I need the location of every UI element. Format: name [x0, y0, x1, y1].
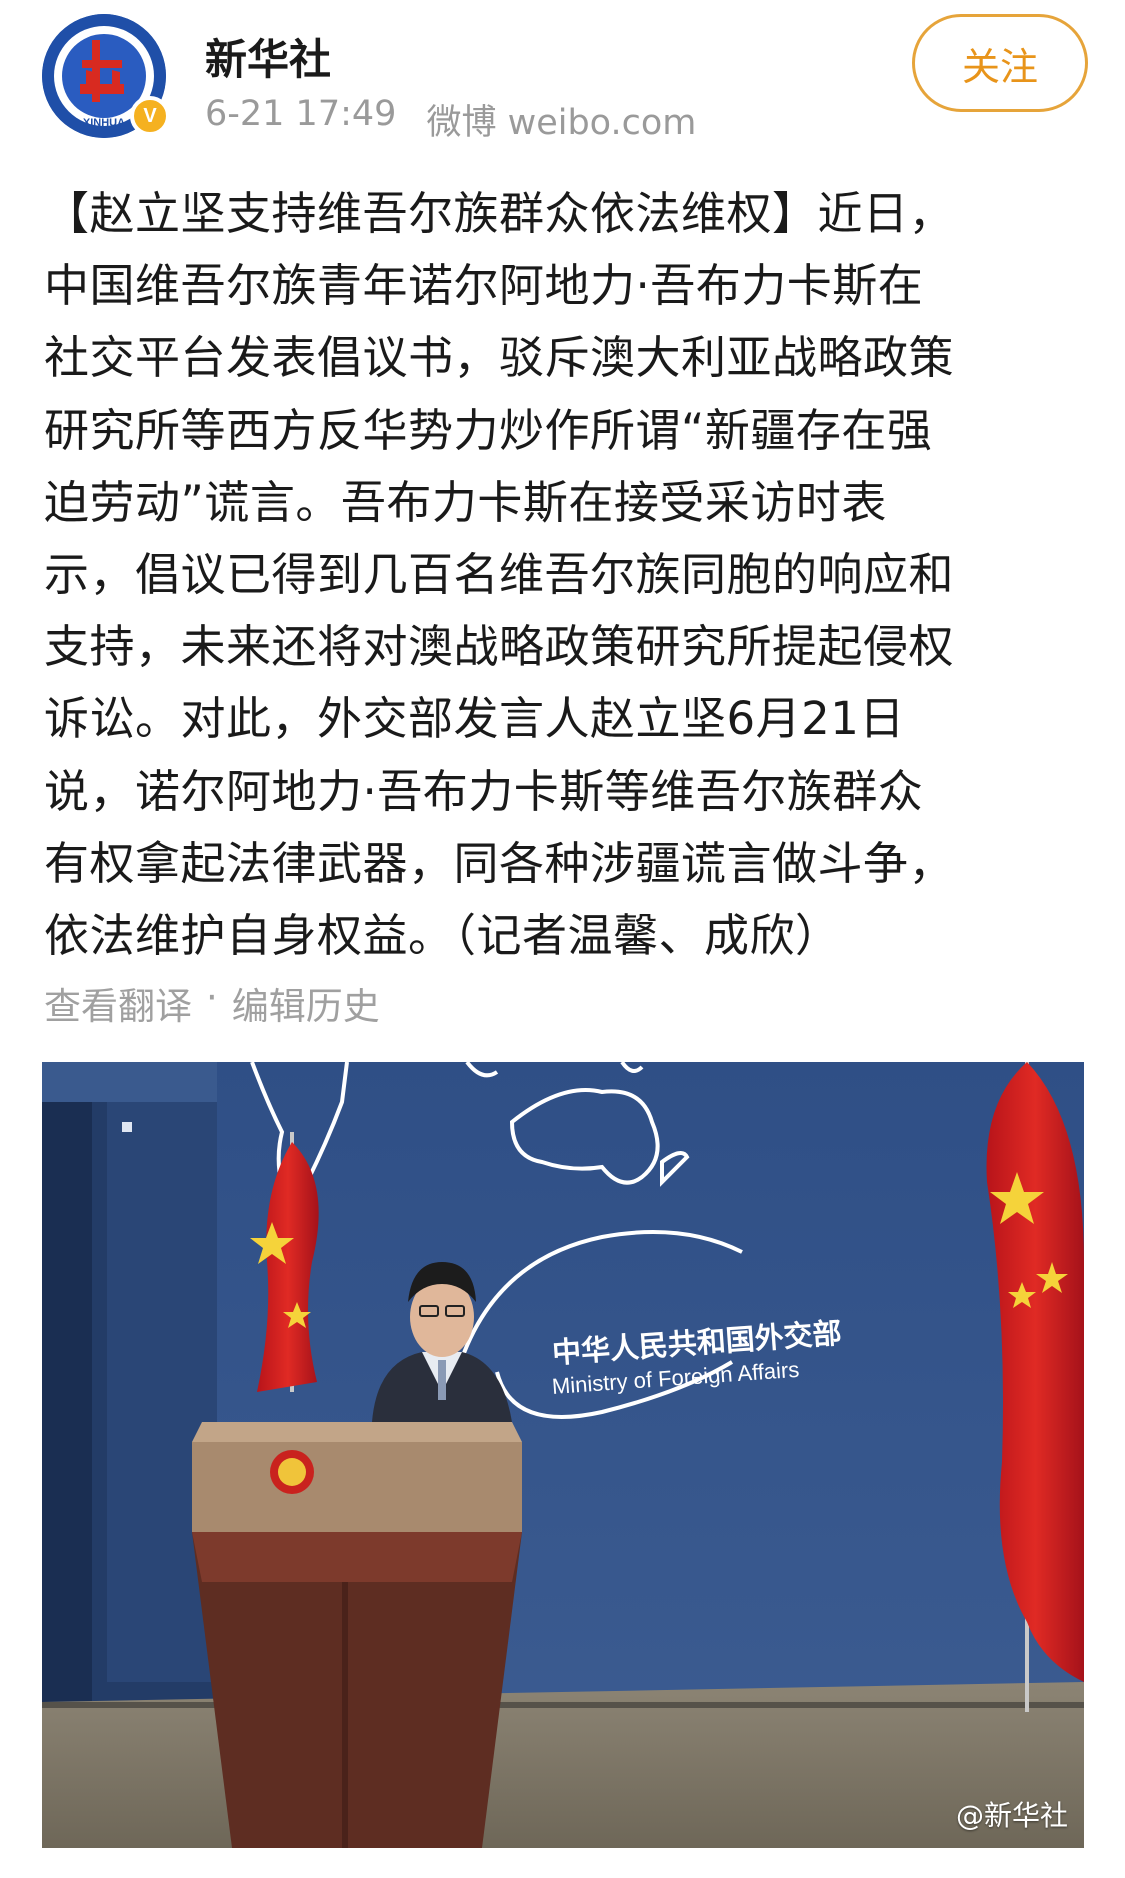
post-text: 【赵立坚支持维吾尔族群众依法维权】近日， 中国维吾尔族青年诺尔阿地力·吾布力卡斯…: [44, 178, 1096, 972]
post-line: 支持，未来还将对澳战略政策研究所提起侵权: [44, 620, 955, 674]
account-name[interactable]: 新华社: [205, 26, 331, 87]
post-line: 示，倡议已得到几百名维吾尔族同胞的响应和: [44, 547, 955, 601]
post-line: 中国维吾尔族青年诺尔阿地力·吾布力卡斯在: [44, 259, 924, 313]
post-header: XINHUA V 新华社 6-21 17:49 微博 weibo.com 关注: [0, 0, 1125, 150]
verified-badge-icon: V: [130, 96, 170, 136]
post-line: 迫劳动”谎言。吾布力卡斯在接受采访时表: [44, 475, 887, 529]
post-timestamp: 6-21 17:49: [205, 94, 397, 134]
post-meta: 6-21 17:49 微博 weibo.com: [205, 94, 696, 145]
post-tools: 查看翻译 · 编辑历史: [44, 976, 380, 1030]
post-line: 【赵立坚支持维吾尔族群众依法维权】近日，: [44, 187, 955, 240]
post-line: 研究所等西方反华势力炒作所谓“新疆存在强: [44, 403, 933, 457]
post-line: 依法维护自身权益。（记者温馨、成欣）: [44, 908, 841, 962]
translate-link[interactable]: 查看翻译: [44, 976, 192, 1030]
post-image[interactable]: 中华人民共和国外交部 Ministry of Foreign Affairs @…: [42, 1062, 1084, 1848]
follow-button[interactable]: 关注: [912, 14, 1088, 112]
post-line: 社交平台发表倡议书，驳斥澳大利亚战略政策: [44, 331, 955, 385]
image-watermark: @新华社: [955, 1799, 1068, 1832]
edit-history-link[interactable]: 编辑历史: [232, 976, 380, 1030]
post-line: 说，诺尔阿地力·吾布力卡斯等维吾尔族群众: [44, 764, 924, 818]
post-line: 有权拿起法律武器，同各种涉疆谎言做斗争，: [44, 836, 955, 890]
tools-separator: ·: [206, 976, 218, 1019]
svg-text:XINHUA: XINHUA: [83, 117, 125, 129]
press-conference-photo: [42, 1062, 1084, 1848]
post-line: 诉讼。对此，外交部发言人赵立坚6月21日: [44, 692, 905, 746]
post-source: 微博 weibo.com: [426, 103, 697, 143]
